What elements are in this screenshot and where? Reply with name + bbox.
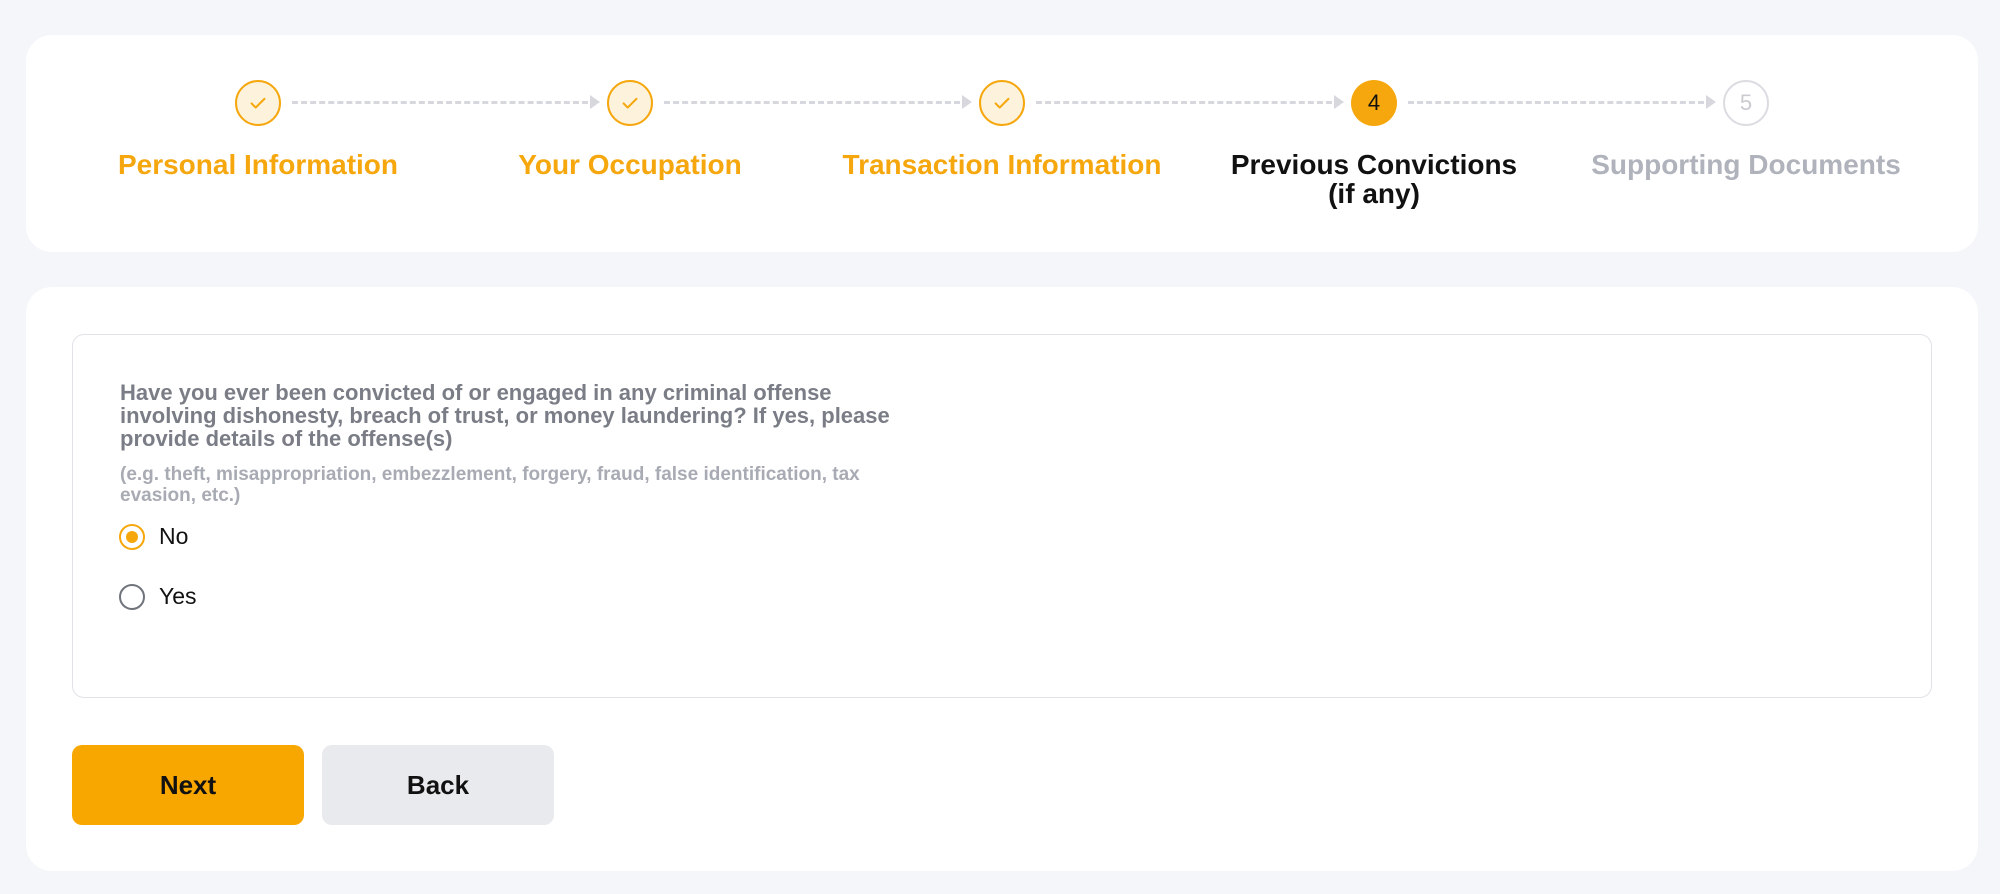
radio-button-yes[interactable] [119,583,145,610]
arrow-right-icon [590,95,600,109]
step-4-label-line1: Previous Convictions [1230,149,1518,180]
step-4-circle[interactable]: 4 [1351,80,1397,126]
step-connector-4-5 [1408,95,1716,109]
radio-button-no[interactable] [119,523,145,550]
question-text: Have you ever been convicted of or engag… [120,380,890,451]
step-3-circle[interactable] [979,80,1025,126]
step-4-label-line2: (if any) [1328,178,1420,209]
step-2-circle[interactable] [607,80,653,126]
step-4-number: 4 [1367,90,1381,115]
step-3-label-text: Transaction Information [842,149,1162,180]
step-connector-2-3 [664,95,972,109]
radio-option-yes[interactable]: Yes [119,583,197,610]
step-4-label[interactable]: Previous Convictions (if any) [1194,150,1554,208]
check-icon [250,97,266,109]
step-5-label-text: Supporting Documents [1591,149,1901,180]
step-connector-3-4 [1036,95,1344,109]
step-1-label[interactable]: Personal Information [78,150,438,179]
step-1-label-text: Personal Information [117,149,399,180]
check-icon [994,97,1010,109]
radio-option-no[interactable]: No [119,523,188,550]
question-hint: (e.g. theft, misappropriation, embezzlem… [120,464,860,506]
step-connector-1-2 [292,95,600,109]
step-3-label[interactable]: Transaction Information [822,150,1182,179]
step-2-label[interactable]: Your Occupation [450,150,810,179]
step-1-circle[interactable] [235,80,281,126]
step-5-number: 5 [1739,90,1753,115]
radio-label-no: No [159,523,189,549]
back-button[interactable]: Back [322,745,554,825]
radio-selected-dot [126,530,138,543]
radio-label-yes: Yes [159,583,197,609]
step-5-circle[interactable]: 5 [1723,80,1769,126]
arrow-right-icon [1334,95,1344,109]
arrow-right-icon [962,95,972,109]
progress-stepper-card [26,35,1978,252]
step-2-label-text: Your Occupation [518,149,742,180]
next-button[interactable]: Next [72,745,304,825]
check-icon [622,97,638,109]
step-5-label[interactable]: Supporting Documents [1566,150,1926,179]
question-box: Have you ever been convicted of or engag… [72,334,1932,698]
arrow-right-icon [1706,95,1716,109]
